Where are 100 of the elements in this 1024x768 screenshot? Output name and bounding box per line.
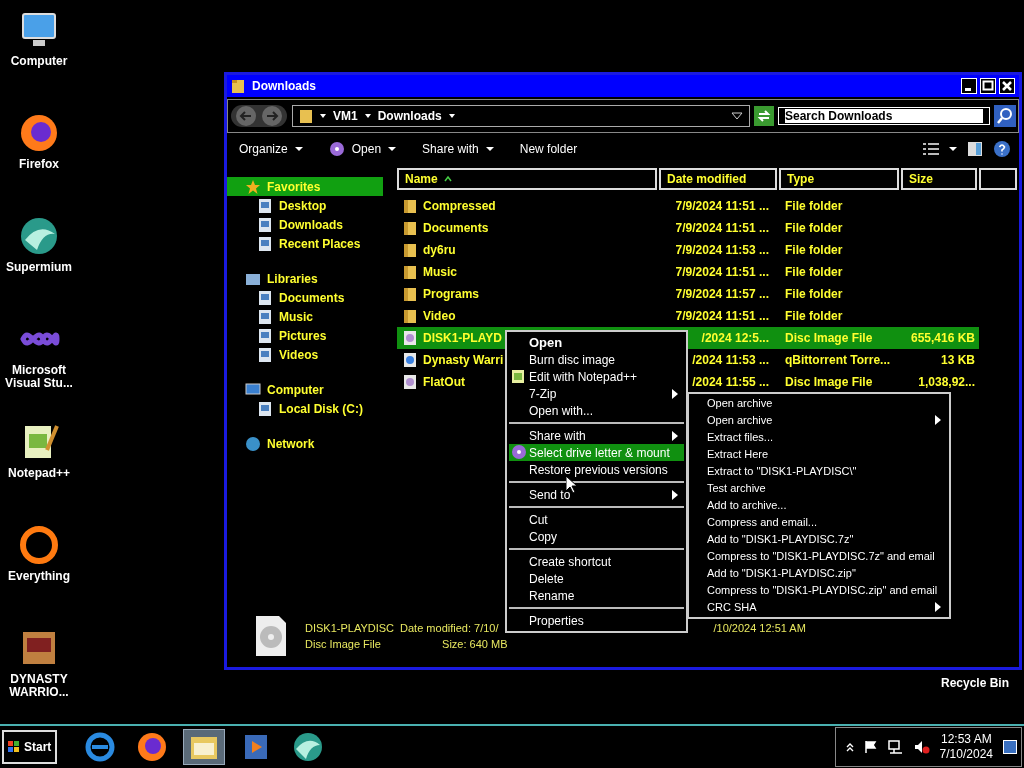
- dropdown-icon[interactable]: [731, 111, 743, 121]
- file-icon: [257, 346, 273, 363]
- toolbar-button[interactable]: New folder: [515, 140, 582, 158]
- menu-item[interactable]: Add to "DISK1-PLAYDISC.zip": [691, 564, 947, 581]
- nav-item[interactable]: Recent Places: [227, 234, 383, 253]
- caret-icon[interactable]: [319, 112, 327, 120]
- back-forward-icon[interactable]: [230, 104, 288, 128]
- table-cell: File folder: [785, 265, 843, 279]
- menu-item[interactable]: Compress to "DISK1-PLAYDISC.zip" and email: [691, 581, 947, 598]
- file-size: Size: 640 MB: [441, 638, 508, 650]
- caret-icon[interactable]: [447, 112, 456, 120]
- menu-item[interactable]: Share with: [509, 427, 684, 444]
- menu-item[interactable]: Open archive: [691, 411, 947, 428]
- view-icon[interactable]: [923, 142, 939, 156]
- submenu-arrow-icon: [672, 431, 678, 441]
- windows-logo-icon: [8, 741, 20, 753]
- nav-item[interactable]: Network: [227, 434, 383, 453]
- monitor-icon: [245, 381, 261, 398]
- nav-item[interactable]: Desktop: [227, 196, 383, 215]
- menu-item[interactable]: Rename: [509, 587, 684, 604]
- file-icon: [257, 289, 273, 306]
- menu-item[interactable]: Compress and email...: [691, 513, 947, 530]
- column-header[interactable]: Size: [901, 168, 977, 190]
- close-icon[interactable]: [999, 78, 1015, 94]
- nav-item[interactable]: Documents: [227, 288, 383, 307]
- menu-item[interactable]: Test archive: [691, 479, 947, 496]
- file-icon: [257, 400, 273, 417]
- minimize-icon[interactable]: [961, 78, 977, 94]
- toolbar-button[interactable]: Organize: [235, 140, 307, 158]
- column-header[interactable]: Type: [779, 168, 899, 190]
- show-desktop-icon[interactable]: [1003, 740, 1017, 754]
- nav-item[interactable]: Music: [227, 307, 383, 326]
- preview-pane-icon[interactable]: [967, 141, 983, 157]
- menu-item[interactable]: Extract files...: [691, 428, 947, 445]
- nav-item[interactable]: Computer: [227, 380, 383, 399]
- menu-item[interactable]: Copy: [509, 528, 684, 545]
- toolbar-button[interactable]: Open: [324, 139, 401, 159]
- table-cell: Documents: [423, 221, 489, 235]
- flag-icon[interactable]: [863, 740, 878, 754]
- nav-item[interactable]: Local Disk (C:): [227, 399, 383, 418]
- toolbar-button[interactable]: Share with: [418, 140, 498, 158]
- nav-item[interactable]: Libraries: [227, 269, 383, 288]
- menu-item[interactable]: Select drive letter & mount: [509, 444, 684, 461]
- ring-icon[interactable]: [17, 523, 61, 567]
- folder-icon: [403, 264, 417, 280]
- menu-item[interactable]: Extract Here: [691, 445, 947, 462]
- caret-icon[interactable]: [949, 145, 957, 153]
- chevron-up-icon[interactable]: [845, 742, 854, 752]
- table-cell: File folder: [785, 221, 843, 235]
- icon-label: Microsoft Visual Stu...: [4, 364, 74, 390]
- menu-item[interactable]: Cut: [509, 511, 684, 528]
- network-icon[interactable]: [887, 740, 904, 754]
- window-title: Downloads: [252, 79, 316, 93]
- table-cell: Video: [423, 309, 456, 323]
- menu-item[interactable]: Restore previous versions: [509, 461, 684, 478]
- menu-item[interactable]: Open: [509, 334, 684, 351]
- folder-icon: [403, 242, 417, 258]
- nav-item[interactable]: Videos: [227, 345, 383, 364]
- disc-file-icon: [403, 374, 417, 390]
- nav-item[interactable]: Pictures: [227, 326, 383, 345]
- menu-item[interactable]: 7-Zip: [509, 385, 684, 402]
- address-bar[interactable]: VM1 Downloads: [292, 105, 750, 127]
- table-cell: /2024 11:55 ...: [692, 375, 769, 389]
- menu-item[interactable]: Add to "DISK1-PLAYDISC.7z": [691, 530, 947, 547]
- folder-icon: [403, 220, 417, 236]
- menu-item[interactable]: Extract to "DISK1-PLAYDISC\": [691, 462, 947, 479]
- speaker-muted-icon[interactable]: [913, 740, 930, 754]
- menu-item[interactable]: Properties: [509, 612, 684, 629]
- menu-item[interactable]: Send to: [509, 486, 684, 503]
- menu-item[interactable]: Open with...: [509, 402, 684, 419]
- menu-item[interactable]: Compress to "DISK1-PLAYDISC.7z" and email: [691, 547, 947, 564]
- folder-icon: [299, 108, 313, 124]
- table-cell: FlatOut: [423, 375, 465, 389]
- caret-icon[interactable]: [363, 112, 372, 120]
- menu-item[interactable]: Open archive: [691, 394, 947, 411]
- column-header[interactable]: Name: [397, 168, 657, 190]
- menu-item[interactable]: Add to archive...: [691, 496, 947, 513]
- menu-item[interactable]: Burn disc image: [509, 351, 684, 368]
- menu-item[interactable]: CRC SHA: [691, 598, 947, 615]
- disc-icon: [328, 141, 345, 157]
- menu-item[interactable]: Edit with Notepad++: [509, 368, 684, 385]
- breadcrumb[interactable]: Downloads: [377, 109, 442, 123]
- start-button[interactable]: Start: [2, 730, 58, 764]
- column-header[interactable]: Date modified: [659, 168, 777, 190]
- help-icon[interactable]: [993, 140, 1011, 158]
- taskbar-button[interactable]: [183, 729, 226, 765]
- disc-file-icon: [255, 615, 287, 657]
- nav-item[interactable]: Downloads: [227, 215, 383, 234]
- icon-label: Firefox: [19, 158, 59, 171]
- breadcrumb[interactable]: VM1: [333, 109, 358, 123]
- folder-icon: [403, 286, 417, 302]
- menu-item[interactable]: Delete: [509, 570, 684, 587]
- maximize-icon[interactable]: [980, 78, 996, 94]
- table-cell: 7/9/2024 11:53 ...: [675, 243, 769, 257]
- search-icon[interactable]: [994, 105, 1016, 127]
- column-header[interactable]: [979, 168, 1017, 190]
- search-field[interactable]: Search Downloads: [778, 107, 990, 125]
- menu-item[interactable]: Create shortcut: [509, 553, 684, 570]
- refresh-icon[interactable]: [754, 106, 774, 126]
- table-cell: Disc Image File: [785, 375, 873, 389]
